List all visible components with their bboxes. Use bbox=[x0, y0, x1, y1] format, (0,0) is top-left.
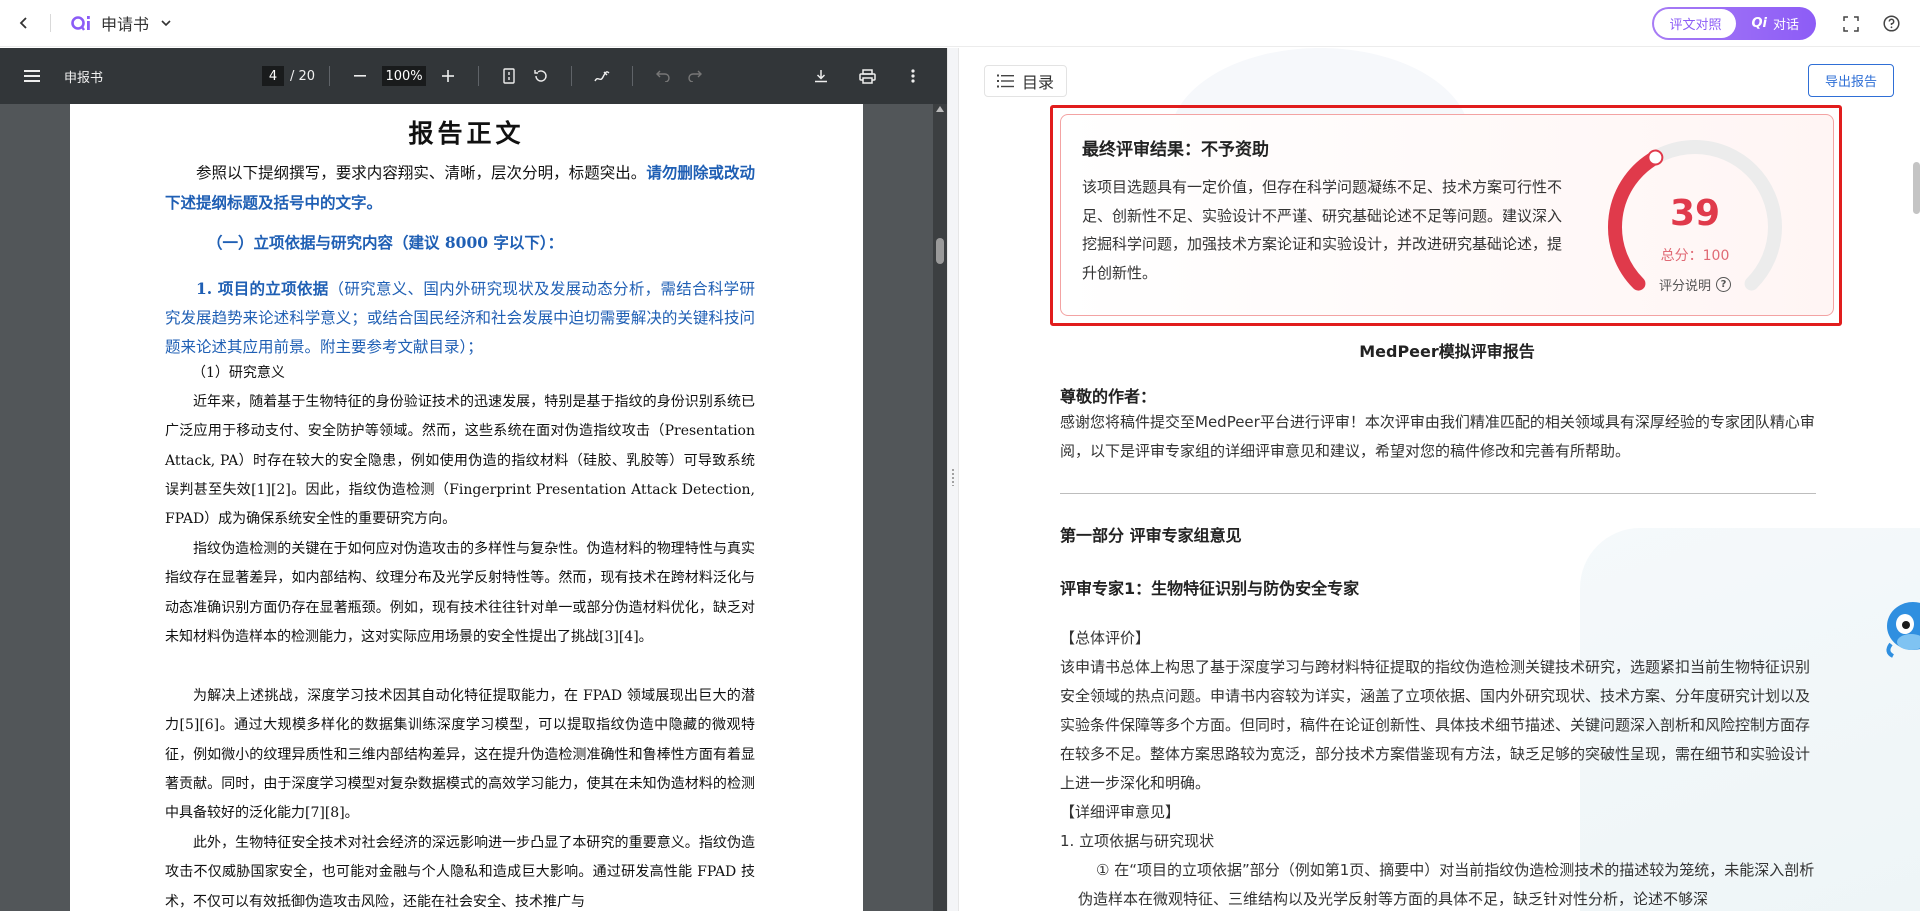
greeting: 尊敬的作者： bbox=[1060, 387, 1157, 406]
compare-mode-button[interactable]: 评文对照 bbox=[1654, 9, 1737, 38]
toc-label: 目录 bbox=[1022, 73, 1055, 92]
more-vertical-icon[interactable] bbox=[901, 64, 925, 88]
report-title: MedPeer模拟评审报告 bbox=[1359, 342, 1535, 361]
detail-item-1: 1. 立项依据与研究现状 bbox=[1060, 832, 1215, 850]
pdf-toolbar: 申报书 / 20 bbox=[0, 48, 947, 104]
question-mark-icon: ? bbox=[1716, 277, 1731, 292]
body-paragraph: 此外，生物特征安全技术对社会经济的深远影响进一步凸显了本研究的重要意义。指纹伪造… bbox=[165, 835, 755, 910]
toc-button[interactable]: 目录 bbox=[984, 65, 1068, 97]
list-icon bbox=[997, 74, 1014, 88]
rotate-icon[interactable] bbox=[529, 64, 553, 88]
page-intro: 参照以下提纲撰写，要求内容翔实、清晰，层次分明，标题突出。请勿删除或改动下述提纲… bbox=[165, 158, 755, 218]
zoom-in-icon[interactable] bbox=[436, 64, 460, 88]
final-result-card: 最终评审结果：不予资助 该项目选题具有一定价值，但存在科学问题凝练不足、技术方案… bbox=[1060, 114, 1834, 316]
overall-label: 【总体评价】 bbox=[1060, 629, 1151, 647]
pdf-right-tools bbox=[805, 48, 929, 104]
result-summary: 该项目选题具有一定价值，但存在科学问题凝练不足、技术方案可行性不足、创新性不足、… bbox=[1082, 178, 1563, 282]
annotate-pen-icon[interactable] bbox=[590, 64, 614, 88]
top-bar: 申请书 评文对照 Qi 对话 bbox=[0, 0, 1920, 47]
back-arrow-icon[interactable] bbox=[14, 13, 34, 33]
scroll-up-icon[interactable] bbox=[936, 106, 944, 112]
detail-item-1-text: ① 在“项目的立项依据”部分（例如第1页、摘要中）对当前指纹伪造检测技术的描述较… bbox=[1078, 861, 1815, 908]
zoom-out-icon[interactable] bbox=[348, 64, 372, 88]
download-icon[interactable] bbox=[809, 64, 833, 88]
mode-switch: 评文对照 Qi 对话 bbox=[1652, 7, 1816, 40]
pdf-canvas-area[interactable]: 报告正文 参照以下提纲撰写，要求内容翔实、清晰，层次分明，标题突出。请勿删除或改… bbox=[0, 104, 947, 911]
detail-label: 【详细评审意见】 bbox=[1060, 803, 1181, 821]
toolbar-divider bbox=[632, 66, 634, 86]
item1-paragraph: 1. 项目的立项依据（研究意义、国内外研究现状及发展动态分析，需结合科学研究发展… bbox=[165, 274, 755, 362]
pdf-filename: 申报书 bbox=[64, 70, 104, 86]
pdf-page: 报告正文 参照以下提纲撰写，要求内容翔实、清晰，层次分明，标题突出。请勿删除或改… bbox=[70, 104, 863, 911]
page-total: / 20 bbox=[290, 68, 316, 84]
qi-logo-icon bbox=[71, 12, 93, 34]
print-icon[interactable] bbox=[855, 64, 879, 88]
pdf-scroll-thumb[interactable] bbox=[936, 238, 944, 264]
report-scroll-thumb[interactable] bbox=[1913, 162, 1920, 214]
toolbar-divider bbox=[571, 66, 573, 86]
pdf-viewer: 申报书 / 20 bbox=[0, 48, 947, 911]
result-title: 最终评审结果：不予资助 bbox=[1082, 140, 1269, 160]
toolbar-divider bbox=[329, 66, 331, 86]
undo-icon[interactable] bbox=[651, 64, 675, 88]
page-heading: 报告正文 bbox=[408, 119, 525, 148]
pane-splitter[interactable] bbox=[947, 48, 959, 911]
fit-page-icon[interactable] bbox=[497, 64, 521, 88]
gauge-knob bbox=[1647, 149, 1664, 166]
report-scrollbar[interactable] bbox=[1913, 112, 1920, 911]
section-heading: （一）立项依据与研究内容（建议 8000 字以下）： bbox=[207, 233, 564, 252]
export-report-button[interactable]: 导出报告 bbox=[1808, 64, 1894, 97]
drag-handle-icon[interactable] bbox=[951, 468, 955, 486]
subheading-significance: （1）研究意义 bbox=[192, 365, 285, 381]
menu-icon[interactable] bbox=[20, 64, 44, 88]
review-report-panel: 目录 导出报告 最终评审结果：不予资助 该项目选题具有一定价值，但存在科学问题凝… bbox=[960, 48, 1920, 911]
chat-mode-label: 对话 bbox=[1772, 18, 1799, 33]
zoom-input[interactable] bbox=[382, 66, 427, 86]
redo-icon[interactable] bbox=[683, 64, 707, 88]
chevron-down-icon[interactable] bbox=[159, 16, 173, 30]
qi-badge-icon: Qi bbox=[1751, 16, 1767, 31]
intro-text: 参照以下提纲撰写，要求内容翔实、清晰，层次分明，标题突出。 bbox=[196, 164, 647, 182]
body-paragraph: 近年来，随着基于生物特征的身份验证技术的迅速发展，特别是基于指纹的身份识别系统已… bbox=[165, 394, 755, 528]
expert1-heading: 评审专家1：生物特征识别与防伪安全专家 bbox=[1060, 579, 1360, 598]
section-divider bbox=[1060, 493, 1816, 494]
score-explanation-link[interactable]: 评分说明 ? bbox=[1597, 275, 1793, 294]
divider bbox=[50, 14, 51, 32]
part1-heading: 第一部分 评审专家组意见 bbox=[1060, 526, 1242, 545]
greeting-text: 感谢您将稿件提交至MedPeer平台进行评审！本次评审由我们精准匹配的相关领域具… bbox=[1060, 413, 1815, 460]
pdf-scrollbar[interactable] bbox=[933, 104, 947, 911]
help-circle-icon[interactable] bbox=[1880, 13, 1902, 35]
score-gauge: 39 总分：100 评分说明 ? bbox=[1597, 133, 1793, 309]
fullscreen-icon[interactable] bbox=[1840, 13, 1862, 35]
score-explanation-label: 评分说明 bbox=[1658, 279, 1711, 294]
score-value: 39 bbox=[1669, 193, 1721, 234]
document-title: 申请书 bbox=[101, 15, 150, 34]
chat-mode-button[interactable]: Qi 对话 bbox=[1736, 9, 1814, 38]
top-right-tools: 评文对照 Qi 对话 bbox=[1652, 0, 1920, 47]
score-total: 总分：100 bbox=[1660, 248, 1730, 264]
body-paragraph: 指纹伪造检测的关键在于如何应对伪造攻击的多样性与复杂性。伪造材料的物理特性与真实… bbox=[165, 541, 755, 645]
page-number-input[interactable] bbox=[262, 66, 284, 86]
item1-title: 1. 项目的立项依据 bbox=[196, 279, 329, 298]
toolbar-divider bbox=[478, 66, 480, 86]
overall-text: 该申请书总体上构思了基于深度学习与跨材料特征提取的指纹伪造检测关键技术研究，选题… bbox=[1060, 658, 1811, 792]
body-paragraph: 为解决上述挑战，深度学习技术因其自动化特征提取能力，在 FPAD 领域展现出巨大… bbox=[165, 688, 755, 822]
page-navigator: / 20 bbox=[262, 66, 315, 86]
